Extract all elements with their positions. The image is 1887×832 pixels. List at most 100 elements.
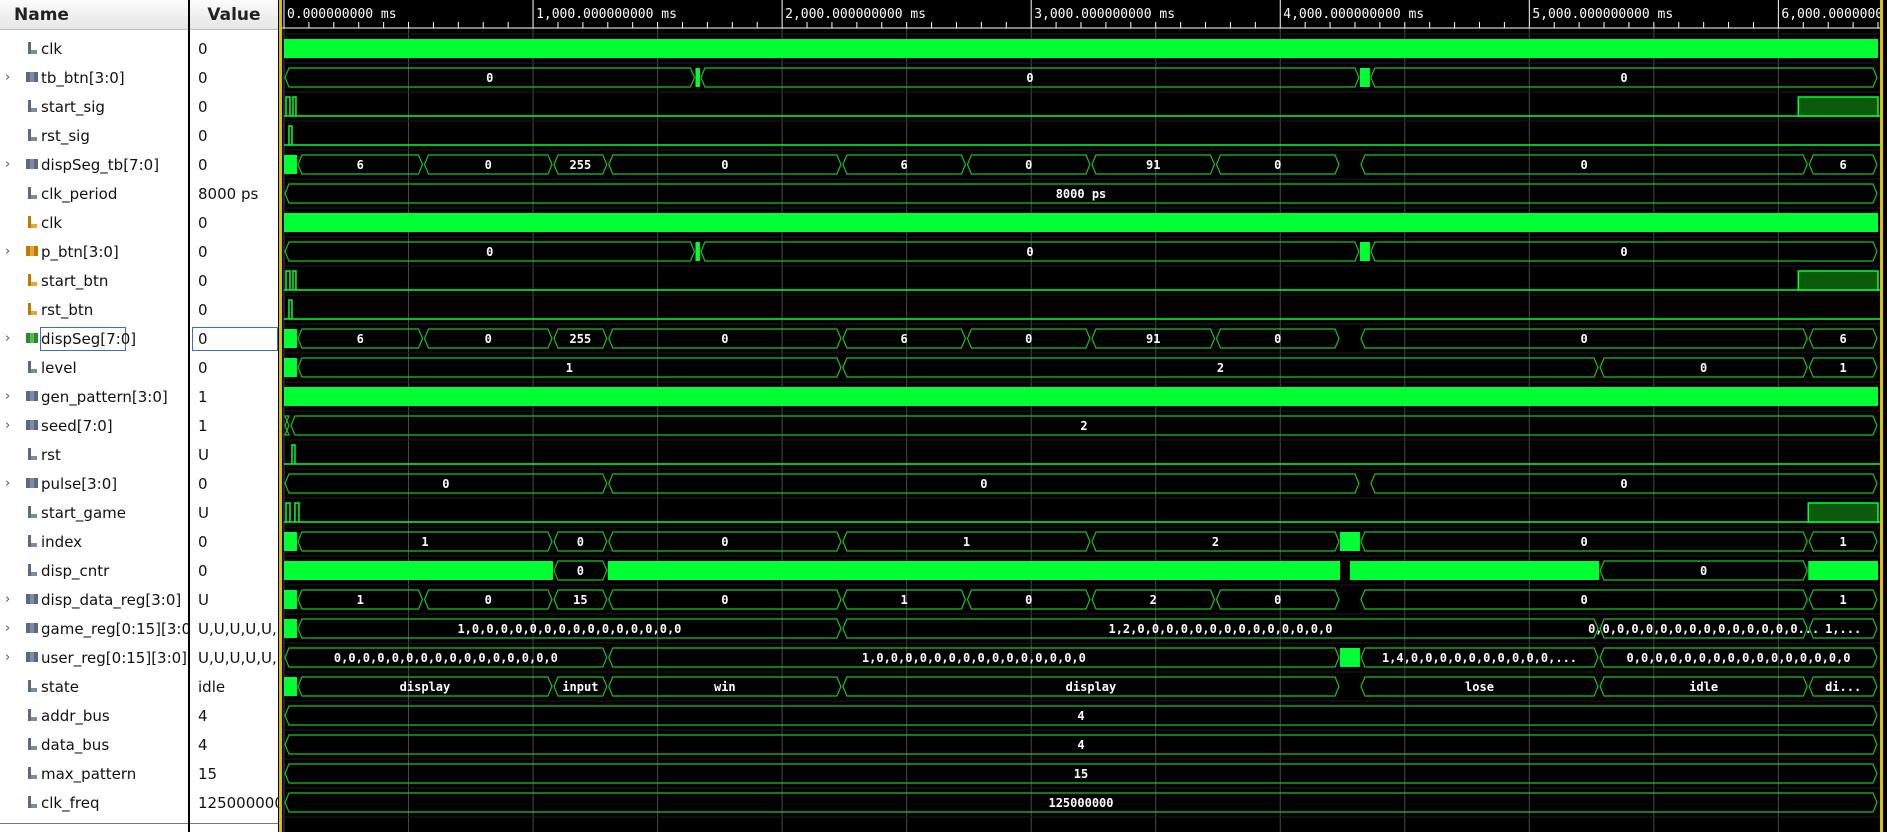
waveform-state[interactable]: display input win display lose idle di... (284, 676, 1878, 697)
waveform-rst[interactable] (284, 444, 1880, 465)
signal-value: 1 (198, 416, 208, 435)
signal-row[interactable]: level (0, 353, 188, 382)
waveform-start_btn[interactable] (284, 270, 1880, 291)
waveform-dispSeg_tb-7-0[interactable]: 6 0 255 0 6 0 91 0 0 6 (284, 154, 1878, 175)
waveform-start_game[interactable] (284, 502, 1880, 523)
signal-value-row[interactable]: 0 (190, 150, 278, 179)
signal-row[interactable]: › user_reg[0:15][3:0] (0, 643, 188, 672)
waveform-data_bus[interactable]: 4 (284, 734, 1878, 755)
signal-value-row[interactable]: 8000 ps (190, 179, 278, 208)
signal-value-row[interactable]: 4 (190, 730, 278, 759)
signal-value-row[interactable]: 0 (190, 527, 278, 556)
signal-row[interactable]: disp_cntr (0, 556, 188, 585)
signal-value-row[interactable]: U (190, 498, 278, 527)
signal-value-row[interactable]: 0 (190, 237, 278, 266)
name-column-header[interactable]: Name (0, 0, 188, 30)
signal-value-row[interactable]: 0 (190, 34, 278, 63)
chevron-right-icon[interactable]: › (5, 157, 15, 172)
waveform-clk[interactable] (284, 39, 1878, 58)
waveform-disp_cntr[interactable]: 00 (284, 560, 1878, 581)
signal-row[interactable]: data_bus (0, 730, 188, 759)
signal-value-row[interactable]: 1 (190, 411, 278, 440)
signal-value-row[interactable]: 0 (190, 208, 278, 237)
signal-row[interactable]: addr_bus (0, 701, 188, 730)
signal-row[interactable]: start_sig (0, 92, 188, 121)
waveform-dispSeg-7-0[interactable]: 6 0 255 0 6 0 91 0 0 6 (284, 328, 1878, 349)
waveform-seed-7-0[interactable]: 2 (284, 415, 1878, 436)
signal-value-row[interactable]: 0 (190, 353, 278, 382)
signal-row[interactable]: › dispSeg_tb[7:0] (0, 150, 188, 179)
signal-value-row[interactable]: 0 (190, 63, 278, 92)
chevron-right-icon[interactable]: › (5, 650, 15, 665)
chevron-right-icon[interactable]: › (5, 70, 15, 85)
signal-value-row[interactable]: U,U,U,U,U,U, (190, 614, 278, 643)
signal-row[interactable]: rst_btn (0, 295, 188, 324)
signal-row[interactable]: rst_sig (0, 121, 188, 150)
cursor-marker-end[interactable] (1880, 0, 1883, 832)
waveform-rst_btn[interactable] (284, 299, 1880, 320)
signal-value-row[interactable]: U,U,U,U,U,U, (190, 643, 278, 672)
signal-row[interactable]: clk (0, 208, 188, 237)
waveform-p_btn-3-0[interactable]: 0 0 0 (284, 241, 1878, 262)
chevron-right-icon[interactable]: › (5, 418, 15, 433)
waveform-tb_btn-3-0[interactable]: 0 0 0 (284, 67, 1878, 88)
signal-value-row[interactable]: 1 (190, 382, 278, 411)
waveform-level[interactable]: 1 2 0 1 (284, 357, 1878, 378)
signal-row[interactable]: › p_btn[3:0] (0, 237, 188, 266)
waveform-index[interactable]: 1 0 0 1 2 0 1 (284, 531, 1878, 552)
signal-row[interactable]: › disp_data_reg[3:0] (0, 585, 188, 614)
signal-row[interactable]: › dispSeg[7:0] (0, 324, 188, 353)
waveform-game_reg-0-15--3-0[interactable]: 1,0,0,0,0,0,0,0,0,0,0,0,0,0,0,0 1,2,0,0,0… (284, 618, 1878, 639)
signal-value-row[interactable]: idle (190, 672, 278, 701)
waveform-user_reg-0-15--3-0[interactable]: 0,0,0,0,0,0,0,0,0,0,0,0,0,0,0,0 1,0,0,0,0… (284, 647, 1878, 668)
chevron-right-icon[interactable]: › (5, 331, 15, 346)
signal-row[interactable]: rst (0, 440, 188, 469)
waveform-clk[interactable] (284, 213, 1878, 232)
waveform-disp_data_reg-3-0[interactable]: 1 0 15 0 1 0 2 0 0 1 (284, 589, 1878, 610)
signal-value-row[interactable]: U (190, 440, 278, 469)
signal-value-row[interactable]: 0 (190, 469, 278, 498)
signal-row[interactable]: max_pattern (0, 759, 188, 788)
signal-value-row[interactable]: 0 (190, 266, 278, 295)
waveform-clk_freq[interactable]: 125000000 (284, 792, 1878, 813)
signal-row[interactable]: clk_period (0, 179, 188, 208)
bus-dense-transition (1808, 561, 1878, 580)
waveform-pulse-3-0[interactable]: 0 0 0 (284, 473, 1878, 494)
bus-value-label: 0 (486, 245, 493, 259)
signal-row[interactable]: state (0, 672, 188, 701)
signal-value-row[interactable]: 0 (190, 324, 278, 353)
signal-row[interactable]: › pulse[3:0] (0, 469, 188, 498)
waveform-gen_pattern-3-0[interactable] (284, 387, 1878, 406)
signal-value-row[interactable]: U (190, 585, 278, 614)
waveform-canvas[interactable]: 0.000000000 ms 1,000.000000000 ms 2,000.00… (282, 0, 1880, 832)
waveform-addr_bus[interactable]: 4 (284, 705, 1878, 726)
signal-value-row[interactable]: 4 (190, 701, 278, 730)
signal-row[interactable]: › tb_btn[3:0] (0, 63, 188, 92)
chevron-right-icon[interactable]: › (5, 244, 15, 259)
signal-row[interactable]: › gen_pattern[3:0] (0, 382, 188, 411)
signal-value-row[interactable]: 125000000 (190, 788, 278, 817)
signal-row[interactable]: › seed[7:0] (0, 411, 188, 440)
signal-row[interactable]: start_btn (0, 266, 188, 295)
value-column-header[interactable]: Value (190, 0, 278, 30)
waveform-max_pattern[interactable]: 15 (284, 763, 1878, 784)
signal-row[interactable]: clk (0, 34, 188, 63)
signal-value-row[interactable]: 0 (190, 295, 278, 324)
time-ruler[interactable]: 0.000000000 ms 1,000.000000000 ms 2,000.00… (282, 0, 1880, 29)
waveform-start_sig[interactable] (284, 96, 1880, 117)
waveform-rst_sig[interactable] (284, 125, 1880, 146)
signal-value-row[interactable]: 0 (190, 121, 278, 150)
signal-value-row[interactable]: 0 (190, 556, 278, 585)
signal-value-row[interactable]: 0 (190, 92, 278, 121)
signal-row[interactable]: clk_freq (0, 788, 188, 817)
signal-row[interactable]: › game_reg[0:15][3:0] (0, 614, 188, 643)
signal-row[interactable]: start_game (0, 498, 188, 527)
signal-value-row[interactable]: 15 (190, 759, 278, 788)
waveform-area[interactable]: 0.000000000 ms 1,000.000000000 ms 2,000.00… (282, 0, 1882, 832)
chevron-right-icon[interactable]: › (5, 389, 15, 404)
chevron-right-icon[interactable]: › (5, 621, 15, 636)
signal-row[interactable]: index (0, 527, 188, 556)
chevron-right-icon[interactable]: › (5, 592, 15, 607)
waveform-clk_period[interactable]: 8000 ps (284, 183, 1878, 204)
chevron-right-icon[interactable]: › (5, 476, 15, 491)
